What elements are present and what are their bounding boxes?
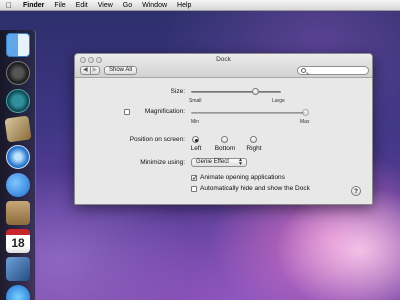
safari-icon[interactable] [6, 145, 30, 169]
position-bottom-label: Bottom [214, 145, 236, 152]
position-bottom-radio[interactable] [221, 136, 228, 143]
magnification-label: Magnification: [144, 108, 185, 115]
finder-icon[interactable] [6, 33, 30, 57]
animate-checkbox[interactable] [191, 174, 198, 182]
minimize-label: Minimize using: [140, 159, 185, 166]
nav-buttons: ◀ ▶ [80, 66, 100, 75]
minimize-effect-value: Genie Effect [196, 159, 229, 165]
menu-go[interactable]: Go [118, 0, 137, 11]
position-right-label: Right [246, 145, 262, 152]
ical-date: 18 [11, 236, 25, 250]
preferences-content: Size: Small Large Magnification: Min Max… [75, 79, 372, 204]
help-button[interactable]: ? [351, 186, 361, 196]
size-min-label: Small [189, 98, 202, 104]
size-max-label: Large [272, 98, 285, 104]
ichat-icon[interactable] [6, 173, 30, 197]
search-input[interactable] [297, 66, 369, 75]
size-slider-knob[interactable] [252, 88, 260, 95]
menu-finder[interactable]: Finder [18, 0, 49, 11]
window-titlebar: Dock ◀ ▶ Show All [75, 54, 372, 78]
menu-help[interactable]: Help [172, 0, 196, 11]
autohide-label: Automatically hide and show the Dock [200, 185, 310, 192]
magnification-checkbox[interactable] [124, 109, 130, 115]
position-right-radio[interactable] [250, 136, 257, 143]
magnification-slider-track[interactable] [191, 112, 305, 114]
back-button[interactable]: ◀ [80, 66, 91, 75]
time-machine-icon[interactable] [6, 89, 30, 113]
ical-icon[interactable]: 18 [6, 229, 30, 253]
position-label: Position on screen: [129, 136, 185, 143]
magnification-max-label: Max [300, 119, 310, 125]
magnification-min-label: Min [191, 119, 200, 125]
size-slider-track[interactable] [191, 91, 281, 93]
address-book-icon[interactable] [6, 201, 30, 225]
dashboard-icon[interactable] [6, 61, 30, 85]
menu-view[interactable]: View [93, 0, 118, 11]
menu-edit[interactable]: Edit [71, 0, 93, 11]
apple-icon[interactable]:  [0, 1, 18, 10]
show-all-button[interactable]: Show All [104, 66, 137, 75]
position-left-radio[interactable] [192, 136, 199, 143]
popup-arrows-icon: ▲ ▼ [238, 157, 243, 167]
itunes-icon[interactable] [6, 285, 30, 300]
menu-file[interactable]: File [49, 0, 70, 11]
position-left-label: Left [190, 145, 202, 152]
menu-bar:  Finder File Edit View Go Window Help [0, 0, 400, 11]
autohide-checkbox[interactable] [191, 186, 197, 192]
dock-preferences-window: Dock ◀ ▶ Show All Size: Small Large Magn… [74, 53, 373, 205]
minimize-effect-popup[interactable]: Genie Effect ▲ ▼ [191, 158, 247, 167]
dock: 18 [0, 30, 36, 300]
magnification-slider-knob[interactable] [301, 109, 309, 116]
animate-label: Animate opening applications [200, 174, 285, 181]
search-icon [301, 68, 306, 73]
mail-icon[interactable] [4, 115, 32, 143]
size-label: Size: [170, 88, 185, 95]
window-title: Dock [216, 56, 231, 63]
preview-icon[interactable] [6, 257, 30, 281]
menu-window[interactable]: Window [137, 0, 172, 11]
forward-button[interactable]: ▶ [90, 66, 100, 75]
